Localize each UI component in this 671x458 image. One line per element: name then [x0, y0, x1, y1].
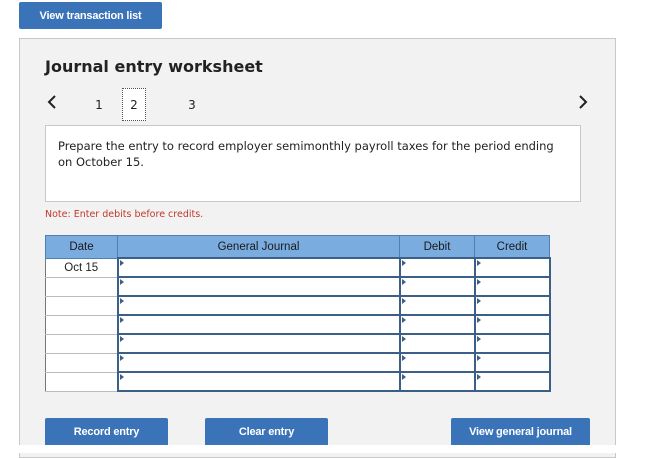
input-marker-icon	[401, 355, 406, 361]
dropdown-marker-icon	[119, 260, 124, 266]
date-cell	[45, 314, 118, 335]
journal-header-row: Date General Journal Debit Credit	[45, 235, 550, 259]
table-row	[45, 314, 551, 335]
account-input[interactable]	[116, 333, 401, 354]
debit-credit-note: Note: Enter debits before credits.	[45, 209, 204, 220]
credit-input[interactable]	[473, 314, 551, 335]
account-input[interactable]	[116, 295, 401, 316]
debit-column-header: Debit	[399, 235, 475, 259]
worksheet-title: Journal entry worksheet	[45, 57, 263, 76]
input-marker-icon	[476, 355, 481, 361]
journal-entry-worksheet-panel: Journal entry worksheet 1 2 3 Prepare th…	[19, 38, 616, 458]
credit-column-header: Credit	[474, 235, 550, 259]
dropdown-marker-icon	[119, 298, 124, 304]
credit-input[interactable]	[473, 295, 551, 316]
input-marker-icon	[476, 336, 481, 342]
view-transaction-list-button[interactable]: View transaction list	[19, 2, 162, 29]
table-row	[45, 276, 551, 297]
debit-input[interactable]	[398, 352, 476, 373]
debit-input[interactable]	[398, 371, 476, 392]
date-cell	[45, 352, 118, 373]
table-row	[45, 352, 551, 373]
account-input[interactable]	[116, 257, 401, 278]
date-cell	[45, 276, 118, 297]
journal-entry-table: Date General Journal Debit Credit Oct 15	[45, 235, 551, 392]
credit-input[interactable]	[473, 371, 551, 392]
record-entry-button[interactable]: Record entry	[45, 418, 168, 446]
input-marker-icon	[401, 260, 406, 266]
page-bottom-edge	[0, 445, 671, 453]
date-cell: Oct 15	[45, 257, 118, 278]
chevron-left-icon	[47, 95, 56, 109]
input-marker-icon	[476, 298, 481, 304]
input-marker-icon	[401, 317, 406, 323]
dropdown-marker-icon	[119, 336, 124, 342]
input-marker-icon	[401, 374, 406, 380]
date-cell	[45, 371, 118, 392]
dropdown-marker-icon	[119, 355, 124, 361]
input-marker-icon	[401, 298, 406, 304]
dropdown-marker-icon	[119, 279, 124, 285]
account-input[interactable]	[116, 314, 401, 335]
debit-input[interactable]	[398, 276, 476, 297]
account-input[interactable]	[116, 371, 401, 392]
input-marker-icon	[476, 317, 481, 323]
account-input[interactable]	[116, 352, 401, 373]
debit-input[interactable]	[398, 333, 476, 354]
clear-entry-button[interactable]: Clear entry	[205, 418, 328, 446]
next-page-button[interactable]	[575, 93, 591, 111]
date-column-header: Date	[45, 235, 118, 259]
page-tab-1[interactable]: 1	[87, 88, 111, 121]
date-cell	[45, 295, 118, 316]
debit-input[interactable]	[398, 314, 476, 335]
page-tab-2[interactable]: 2	[122, 88, 146, 121]
instruction-text: Prepare the entry to record employer sem…	[58, 139, 554, 169]
debit-input[interactable]	[398, 257, 476, 278]
table-row	[45, 295, 551, 316]
account-input[interactable]	[116, 276, 401, 297]
input-marker-icon	[476, 279, 481, 285]
credit-input[interactable]	[473, 333, 551, 354]
general-journal-column-header: General Journal	[117, 235, 400, 259]
view-general-journal-button[interactable]: View general journal	[451, 418, 590, 446]
input-marker-icon	[401, 336, 406, 342]
table-row	[45, 333, 551, 354]
credit-input[interactable]	[473, 352, 551, 373]
dropdown-marker-icon	[119, 374, 124, 380]
chevron-right-icon	[579, 95, 588, 109]
input-marker-icon	[401, 279, 406, 285]
credit-input[interactable]	[473, 276, 551, 297]
input-marker-icon	[476, 374, 481, 380]
input-marker-icon	[476, 260, 481, 266]
table-row	[45, 371, 551, 392]
table-row: Oct 15	[45, 257, 551, 278]
dropdown-marker-icon	[119, 317, 124, 323]
instruction-box: Prepare the entry to record employer sem…	[45, 125, 581, 202]
prev-page-button[interactable]	[44, 93, 60, 111]
page-tab-3[interactable]: 3	[180, 88, 204, 121]
debit-input[interactable]	[398, 295, 476, 316]
date-cell	[45, 333, 118, 354]
credit-input[interactable]	[473, 257, 551, 278]
